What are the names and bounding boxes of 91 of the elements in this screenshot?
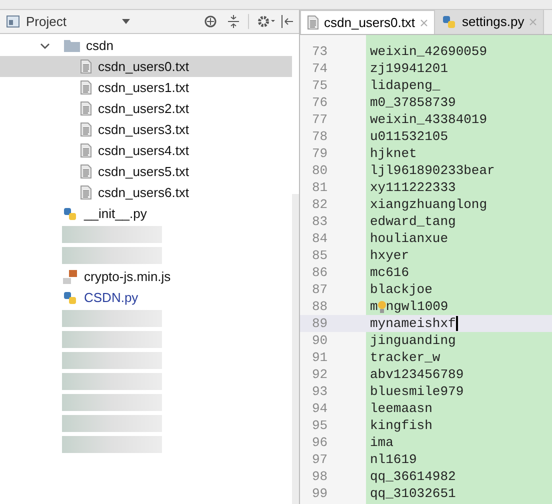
text-file-icon: [80, 59, 92, 74]
folder-icon: [64, 39, 80, 52]
line-number: 93: [311, 382, 329, 401]
line-number: 80: [311, 162, 329, 180]
line-text: abv123456789: [369, 366, 464, 384]
file-item[interactable]: csdn_users3.txt: [0, 119, 292, 140]
line-number: 94: [311, 400, 329, 418]
line-text: xiangzhuanglong: [369, 196, 488, 214]
line-text: leemaasn: [369, 400, 432, 418]
file-item[interactable]: csdn_users0.txt: [0, 56, 292, 77]
line-number: 79: [311, 144, 329, 163]
line-text: houlianxue: [369, 230, 448, 248]
settings-icon[interactable]: [257, 15, 275, 28]
line-number: 83: [311, 212, 329, 231]
js-file-icon: [62, 268, 78, 284]
line-text: kingfish: [369, 416, 432, 435]
editor-tab[interactable]: settings.py: [435, 10, 544, 34]
dropdown-icon[interactable]: [122, 18, 130, 24]
line-number: 76: [311, 94, 329, 112]
chevron-icon[interactable]: [40, 40, 50, 50]
text-file-icon: [80, 185, 92, 200]
text-cursor: [456, 316, 458, 331]
text-file-icon: [80, 164, 92, 179]
line-text: qq_31032651: [369, 484, 456, 503]
line-number: 99: [311, 484, 329, 503]
line-text: xy111222333: [369, 178, 456, 197]
python-file-icon: [62, 206, 78, 222]
file-item[interactable]: CSDN.py: [0, 287, 292, 308]
line-number: 92: [311, 366, 329, 384]
line-number: 88: [311, 298, 329, 316]
line-number: 89: [311, 314, 329, 333]
line-text: weixin_43384019: [369, 110, 488, 129]
folder-item[interactable]: csdn: [0, 35, 292, 56]
panel-title: Project: [26, 12, 66, 31]
line-text: blackjoe: [369, 280, 432, 299]
hide-panel-icon[interactable]: [281, 15, 293, 28]
line-number: 87: [311, 280, 329, 299]
line-text: zj19941201: [369, 60, 448, 78]
scrollbar[interactable]: [292, 194, 299, 504]
file-item[interactable]: csdn_users1.txt: [0, 77, 292, 98]
line-text: ljl961890233bear: [369, 162, 495, 180]
line-text: mynameishxf: [369, 314, 456, 333]
collapse-icon[interactable]: [227, 15, 240, 28]
file-item[interactable]: __init__.py: [0, 203, 292, 224]
line-text: qq_36614982: [369, 468, 456, 486]
file-item[interactable]: csdn_users6.txt: [0, 182, 292, 203]
line-text: weixin_42690059: [369, 42, 488, 61]
line-text: lidapeng_: [369, 76, 440, 95]
line-text: edward_tang: [369, 212, 456, 231]
line-number: 81: [311, 178, 329, 197]
line-text: mc616: [369, 264, 410, 282]
line-number: 84: [311, 230, 329, 248]
line-number: 95: [311, 416, 329, 435]
line-number: 82: [311, 196, 329, 214]
line-text: ima: [369, 434, 394, 452]
file-item[interactable]: crypto-js.min.js: [0, 266, 292, 287]
line-number: 85: [311, 246, 329, 265]
line-number: 86: [311, 264, 329, 282]
line-number: 73: [311, 42, 329, 61]
file-item[interactable]: csdn_users5.txt: [0, 161, 292, 182]
line-number: 77: [311, 110, 329, 129]
python-file-icon: [441, 14, 458, 30]
target-icon[interactable]: [204, 15, 217, 28]
file-item[interactable]: csdn_users4.txt: [0, 140, 292, 161]
line-text: tracker_w: [369, 348, 440, 367]
python-file-icon: [62, 290, 78, 306]
line-number: 96: [311, 434, 329, 452]
editor-tab[interactable]: csdn_users0.txt: [300, 10, 436, 34]
text-file-icon: [80, 80, 92, 95]
line-number: 91: [311, 348, 329, 367]
text-file-icon: [80, 101, 92, 116]
line-text: u011532105: [369, 128, 448, 146]
line-text: nl1619: [369, 450, 417, 469]
line-text: hxyer: [369, 246, 410, 265]
line-number: 75: [311, 76, 329, 95]
line-text: bluesmile979: [369, 382, 464, 401]
text-file-icon: [80, 143, 92, 158]
line-number: 74: [311, 60, 329, 78]
line-number: 98: [311, 468, 329, 486]
line-number: 78: [311, 128, 329, 146]
line-number: 90: [311, 332, 329, 350]
line-text: jinguanding: [369, 332, 456, 350]
line-text: m0_37858739: [369, 94, 456, 112]
project-icon: [6, 15, 20, 28]
text-file-icon: [80, 122, 92, 137]
line-text: ngwl1009: [386, 298, 448, 316]
line-number: 97: [311, 450, 329, 469]
line-text: hjknet: [369, 144, 417, 163]
line-text: m: [369, 298, 378, 316]
text-file-icon: [307, 15, 319, 30]
file-item[interactable]: csdn_users2.txt: [0, 98, 292, 119]
